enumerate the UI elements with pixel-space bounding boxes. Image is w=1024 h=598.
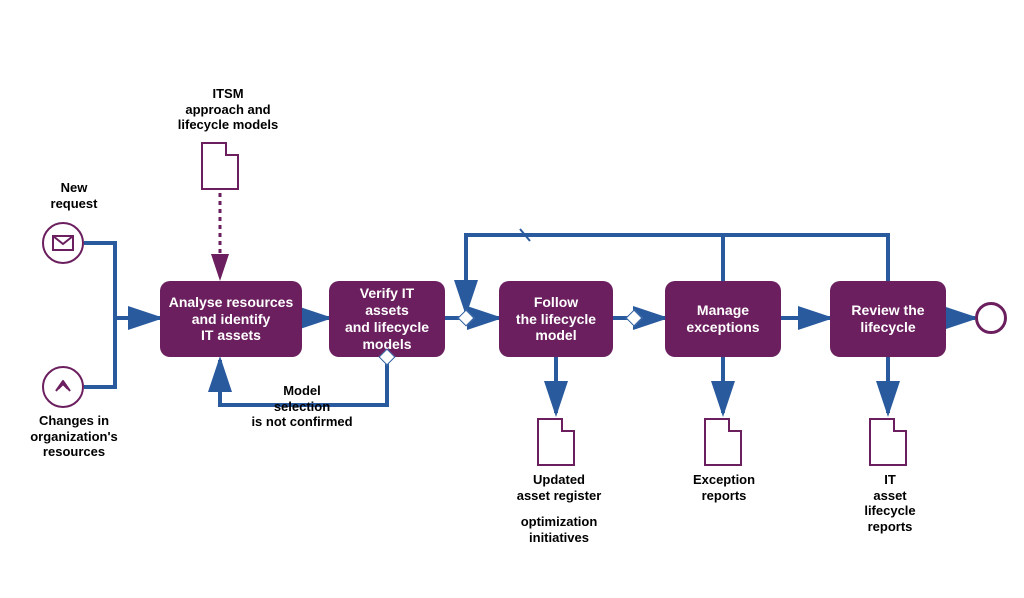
gateway-2 bbox=[626, 310, 643, 327]
task-review: Review the lifecycle bbox=[830, 281, 946, 357]
document-itsm-icon bbox=[201, 142, 239, 190]
document-updated-register-icon bbox=[537, 418, 575, 466]
start-event-signal-icon bbox=[42, 366, 84, 408]
doc-out1-label2: optimization initiatives bbox=[504, 514, 614, 545]
loop-label: Model selection is not confirmed bbox=[232, 383, 372, 430]
start-event-2-label: Changes in organization's resources bbox=[24, 413, 124, 460]
document-exception-icon bbox=[704, 418, 742, 466]
document-lifecycle-reports-icon bbox=[869, 418, 907, 466]
start-event-message-icon bbox=[42, 222, 84, 264]
task-analyse: Analyse resources and identify IT assets bbox=[160, 281, 302, 357]
start-event-1-label: New request bbox=[34, 180, 114, 211]
gateway-1 bbox=[458, 310, 475, 327]
doc-out2-label: Exception reports bbox=[676, 472, 772, 503]
end-event-icon bbox=[975, 302, 1007, 334]
doc-out1-label: Updated asset register bbox=[504, 472, 614, 503]
doc-out3-label: IT asset lifecycle reports bbox=[846, 472, 934, 534]
doc-top-label: ITSM approach and lifecycle models bbox=[170, 86, 286, 133]
task-verify: Verify IT assets and lifecycle models bbox=[329, 281, 445, 357]
task-manage: Manage exceptions bbox=[665, 281, 781, 357]
task-follow: Follow the lifecycle model bbox=[499, 281, 613, 357]
